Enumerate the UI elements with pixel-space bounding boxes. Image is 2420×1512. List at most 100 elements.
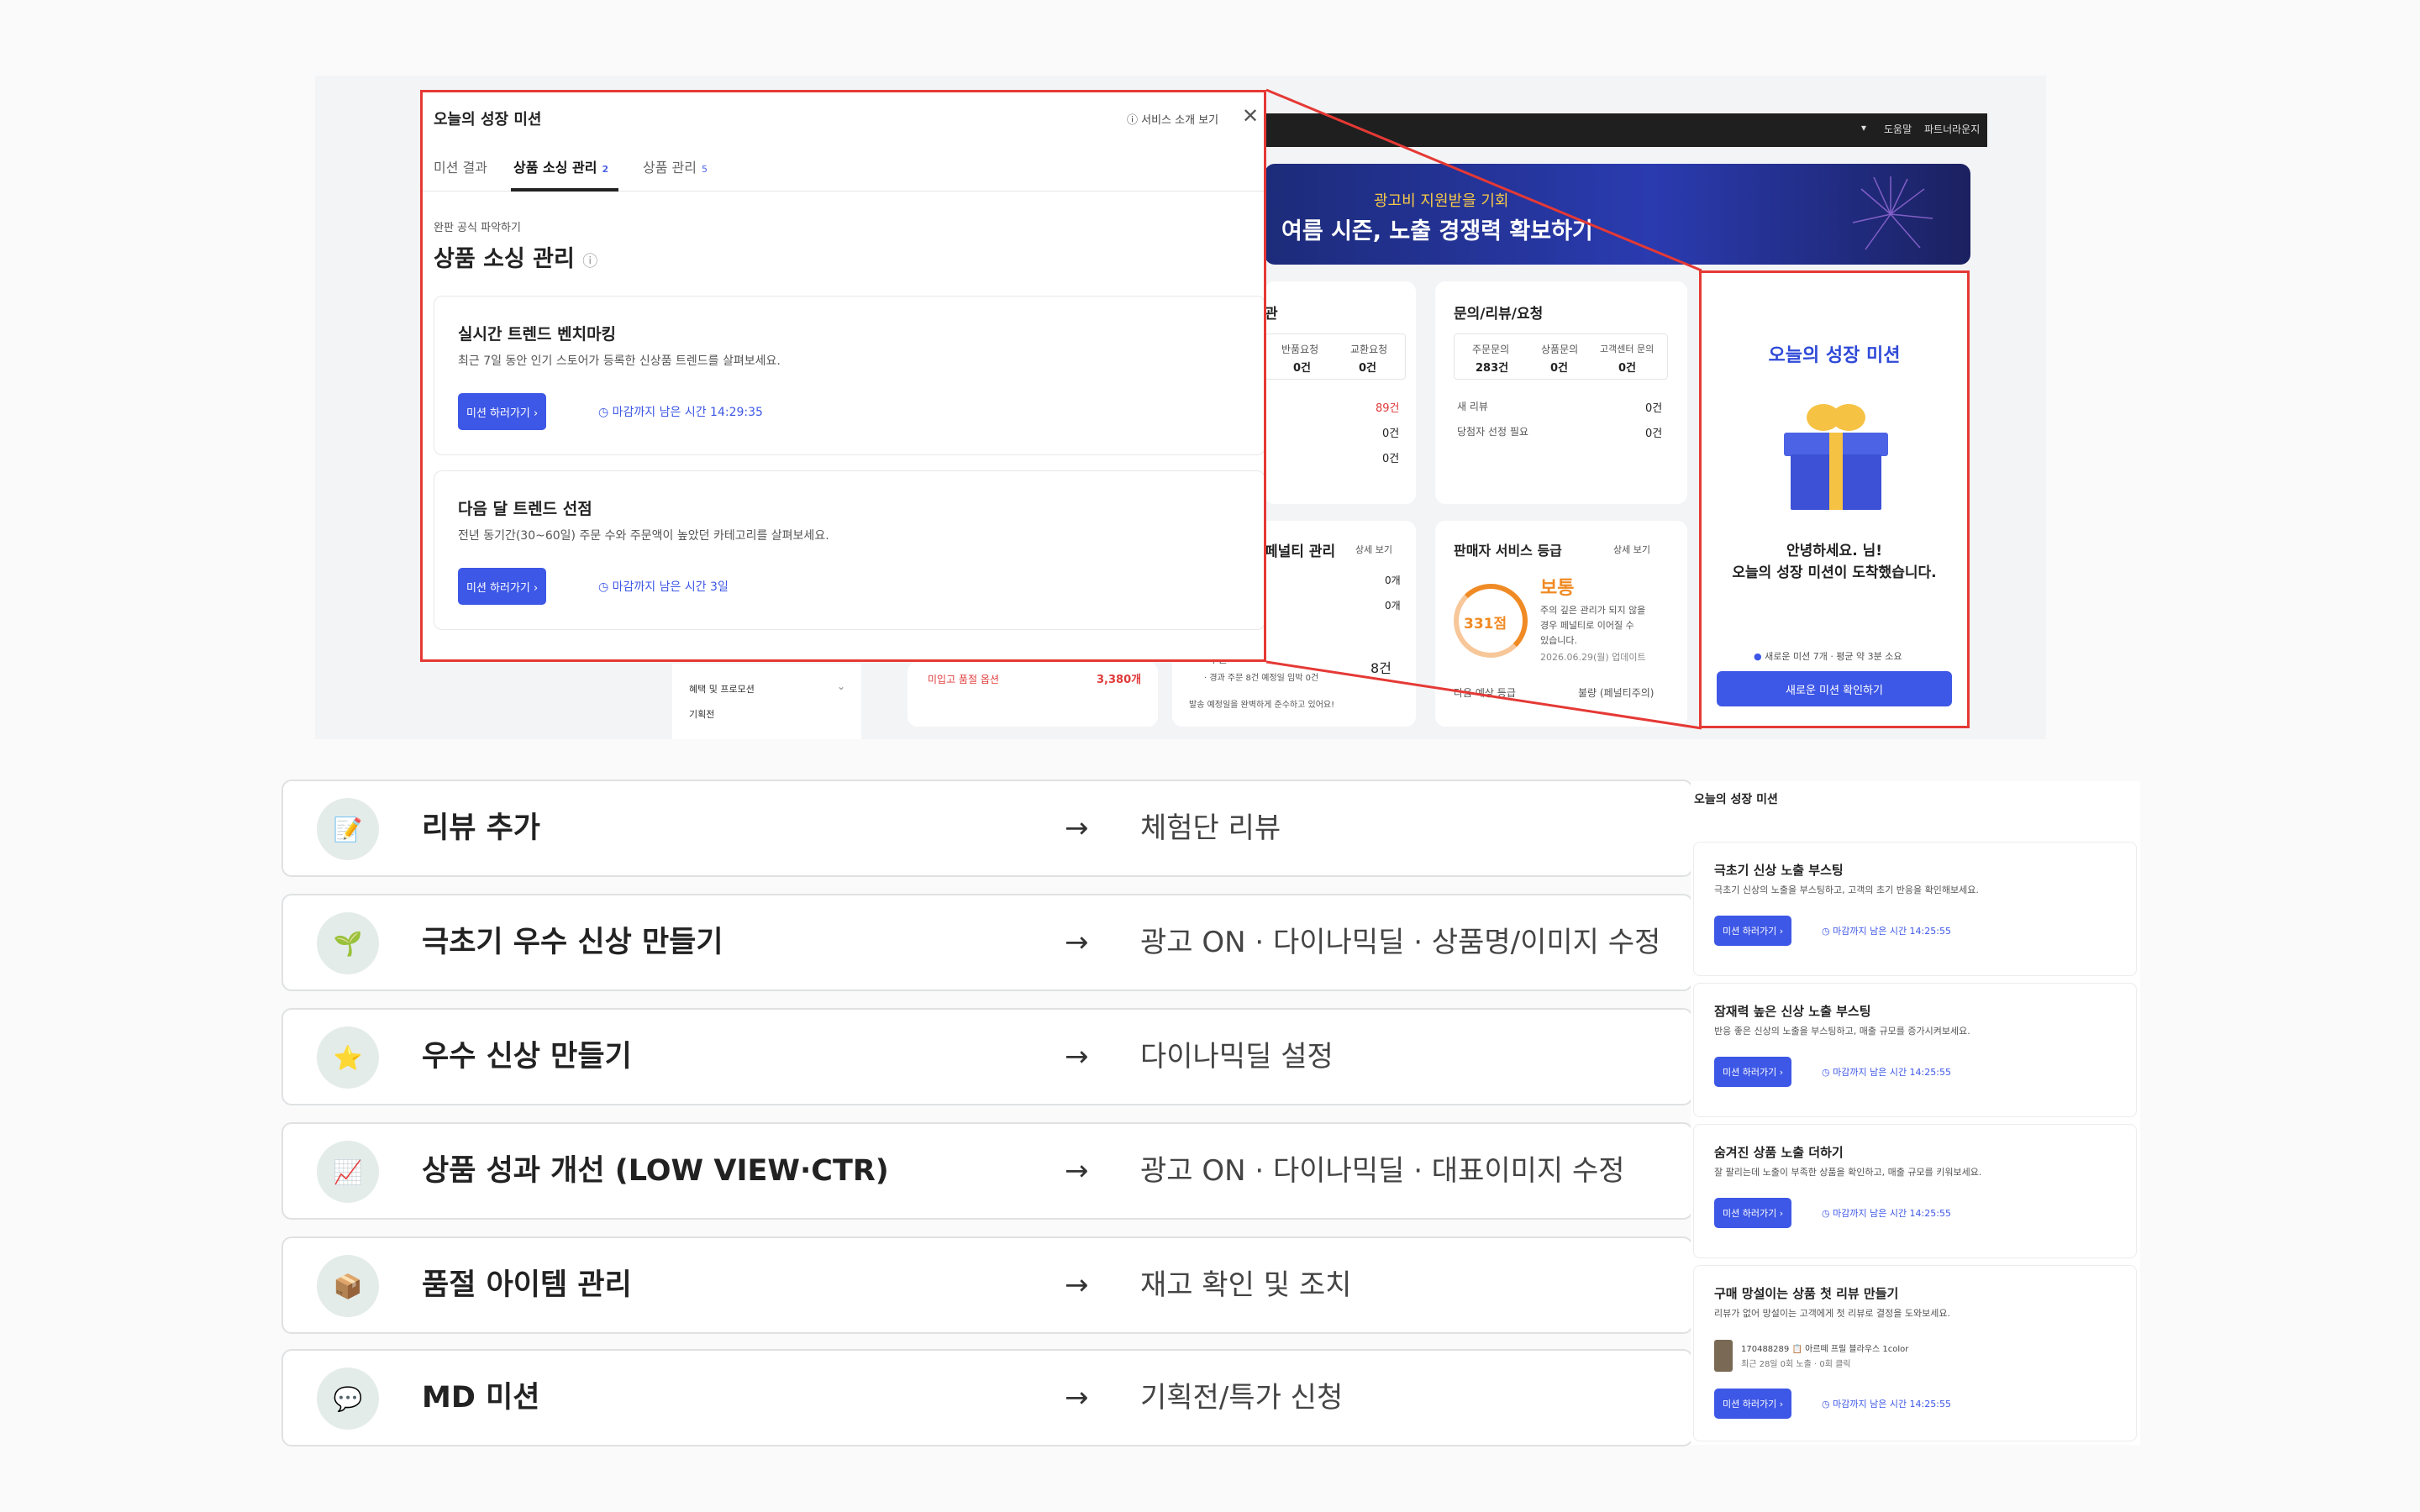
mission-description: 반응 좋은 신상의 노출을 부스팅하고, 매출 규모를 증가시켜보세요. [1714, 1026, 1970, 1037]
order-count-value[interactable]: 0건 [1382, 424, 1399, 440]
mission-label: 품절 아이템 관리 [422, 1268, 632, 1302]
seller-grade-card: 판매자 서비스 등급 상세 보기 331점 보통 주의 깊은 관리가 되지 않을… [1435, 521, 1687, 727]
mission-mapping-row: 📝 리뷰 추가 → 체험단 리뷰 [281, 780, 1693, 877]
mission-description: 극초기 신상의 노출을 부스팅하고, 고객의 초기 반응을 확인해보세요. [1714, 885, 1979, 895]
arrow-right-icon: → [1065, 1154, 1089, 1188]
mission-description: 최근 7일 동안 인기 스토어가 등록한 신상품 트렌드를 살펴보세요. [458, 354, 781, 368]
mission-card: 실시간 트렌드 벤치마킹 최근 7일 동안 인기 스토어가 등록한 신상품 트렌… [434, 296, 1264, 455]
deadline-text: 마감까지 남은 시간 14:25:55 [1833, 926, 1951, 937]
grade-score: 331점 [1464, 616, 1507, 633]
deadline-info: ◷ 마감까지 남은 시간 3일 [598, 580, 729, 594]
arrow-right-icon: → [1065, 1381, 1089, 1415]
go-to-mission-button[interactable]: 미션 하러가기 › [1714, 1057, 1792, 1087]
deadline-info: ◷ 마감까지 남은 시간 14:25:55 [1822, 1399, 1951, 1410]
mission-card: 다음 달 트렌드 선점 전년 동기간(30~60일) 주문 수와 주문액이 높았… [434, 470, 1264, 630]
grade-description: 경우 페널티로 이어질 수 [1540, 620, 1634, 631]
winner-value[interactable]: 0건 [1645, 424, 1662, 440]
detail-link[interactable]: 상세 보기 [1613, 543, 1650, 556]
greeting-line: 안녕하세요. 님! [1786, 543, 1882, 559]
out-of-stock-value[interactable]: 3,380개 [1097, 670, 1141, 686]
penalty-value[interactable]: 0개 [1385, 573, 1401, 587]
returns-label: 반품요청 [1281, 344, 1319, 355]
card-title: 판매자 서비스 등급 [1454, 543, 1562, 559]
mission-label: 우수 신상 만들기 [422, 1040, 632, 1074]
greeting-line: 오늘의 성장 미션이 도착했습니다. [1732, 564, 1937, 581]
next-grade-value[interactable]: 불량 (페널티주의) [1578, 685, 1654, 700]
go-to-mission-button[interactable]: 미션 하러가기 › [458, 568, 547, 605]
sidebar-item-plan[interactable]: 기획전 [689, 707, 714, 721]
order-count-value[interactable]: 89건 [1376, 399, 1400, 415]
order-inquiry-value[interactable]: 283건 [1476, 359, 1508, 375]
check-new-missions-button[interactable]: 새로운 미션 확인하기 [1717, 671, 1952, 706]
banner-title: 여름 시즌, 노출 경쟁력 확보하기 [1281, 218, 1593, 244]
help-circle-icon[interactable]: ⓘ [582, 253, 597, 270]
order-count-value[interactable]: 0건 [1382, 449, 1399, 465]
tab-label: 상품 관리 [643, 160, 697, 176]
deadline-text: 마감까지 남은 시간 14:29:35 [612, 406, 763, 419]
deadline-text: 마감까지 남은 시간 14:25:55 [1833, 1208, 1951, 1219]
chevron-down-icon[interactable]: ⌄ [837, 680, 845, 692]
mission-summary-text: 새로운 미션 7개 · 평균 약 3분 소요 [1765, 651, 1902, 662]
returns-value[interactable]: 0건 [1293, 359, 1311, 375]
mission-action: 다이나믹딜 설정 [1140, 1040, 1334, 1074]
mission-title: 실시간 트렌드 벤치마킹 [458, 325, 617, 344]
arrow-right-icon: → [1065, 811, 1089, 845]
partner-lounge-link[interactable]: 파트너라운지 [1924, 122, 1980, 136]
mission-description: 리뷰가 없어 망설이는 고객에게 첫 리뷰로 결정을 도와보세요. [1714, 1308, 1950, 1319]
box-icon: 📦 [317, 1255, 379, 1317]
penalty-value[interactable]: 0개 [1385, 598, 1401, 612]
new-review-value[interactable]: 0건 [1645, 399, 1662, 415]
mission-action: 재고 확인 및 조치 [1140, 1268, 1352, 1302]
pencil-icon: 📝 [317, 798, 379, 860]
mission-title: 잠재력 높은 신상 노출 부스팅 [1714, 1004, 1871, 1019]
breadcrumb: 완판 공식 파악하기 [434, 222, 521, 234]
close-icon[interactable]: ✕ [1242, 104, 1259, 128]
mission-mapping-row: 📦 품절 아이템 관리 → 재고 확인 및 조치 [281, 1236, 1693, 1334]
go-to-mission-button[interactable]: 미션 하러가기 › [1714, 1198, 1792, 1228]
exchange-value[interactable]: 0건 [1359, 359, 1376, 375]
mission-card: 숨겨진 상품 노출 더하기 잘 팔리는데 노출이 부족한 상품을 확인하고, 매… [1693, 1124, 2137, 1258]
mission-mapping-row: 🌱 극초기 우수 신상 만들기 → 광고 ON · 다이나믹딜 · 상품명/이미… [281, 894, 1693, 991]
tab-mission-results[interactable]: 미션 결과 [434, 156, 487, 176]
product-thumbnail[interactable] [1714, 1340, 1733, 1372]
go-to-mission-button[interactable]: 미션 하러가기 › [458, 393, 547, 430]
penalty-note: 발송 예정일을 완벽하게 준수하고 있어요! [1189, 701, 1335, 710]
panel-title: 오늘의 성장 미션 [1768, 345, 1901, 366]
sidebar: 혜택 및 프로모션 ⌄ 기획전 [672, 664, 861, 739]
product-inquiry-value[interactable]: 0건 [1550, 359, 1568, 375]
mission-label: MD 미션 [422, 1381, 540, 1415]
go-to-mission-button[interactable]: 미션 하러가기 › [1714, 1389, 1792, 1419]
panel-title: 오늘의 성장 미션 [1694, 793, 1778, 806]
deadline-text: 마감까지 남은 시간 14:25:55 [1833, 1067, 1951, 1078]
mission-action: 기획전/특가 신청 [1140, 1381, 1344, 1415]
service-intro-label: 서비스 소개 보기 [1141, 114, 1219, 127]
cs-inquiry-value[interactable]: 0건 [1618, 359, 1636, 375]
mission-label: 상품 성과 개선 (LOW VIEW·CTR) [422, 1154, 889, 1188]
banner-subtitle: 광고비 지원받을 기회 [1374, 192, 1509, 210]
mission-summary: ● 새로운 미션 7개 · 평균 약 3분 소요 [1754, 651, 1902, 662]
deadline-info: ◷ 마감까지 남은 시간 14:25:55 [1822, 1067, 1951, 1078]
new-review-label: 새 리뷰 [1457, 401, 1488, 412]
sidebar-item-benefit[interactable]: 혜택 및 프로모션 [689, 682, 755, 696]
mission-title: 다음 달 트렌드 선점 [458, 500, 592, 518]
promo-banner[interactable]: 광고비 지원받을 기회 여름 시즌, 노출 경쟁력 확보하기 [1265, 164, 1970, 265]
page-title: 상품 소싱 관리 ⓘ [434, 240, 597, 273]
dropdown-caret-icon[interactable]: ▾ [1861, 122, 1866, 134]
card-title: 관 [1265, 306, 1278, 323]
tab-product-management[interactable]: 상품 관리 5 [643, 156, 708, 176]
order-value[interactable]: 8건 [1370, 657, 1392, 677]
chart-icon: 📈 [317, 1141, 379, 1203]
page-title-text: 상품 소싱 관리 [434, 246, 575, 272]
detail-link[interactable]: 상세 보기 [1355, 543, 1392, 556]
mission-description: 전년 동기간(30~60일) 주문 수와 주문액이 높았던 카테고리를 살펴보세… [458, 529, 829, 543]
go-to-mission-button[interactable]: 미션 하러가기 › [1714, 916, 1792, 946]
tab-count: 2 [602, 164, 609, 175]
modal-title: 오늘의 성장 미션 [434, 111, 542, 129]
grade-description: 있습니다. [1540, 635, 1577, 646]
help-link[interactable]: 도움말 [1884, 122, 1912, 136]
gift-box-icon [1784, 404, 1888, 510]
deadline-text: 마감까지 남은 시간 14:25:55 [1833, 1399, 1951, 1410]
tab-sourcing[interactable]: 상품 소싱 관리 2 [513, 156, 608, 176]
growth-mission-panel: 오늘의 성장 미션 안녕하세요. 님! 오늘의 성장 미션이 도착했습니다. ●… [1699, 270, 1970, 728]
service-intro-link[interactable]: ⓘ 서비스 소개 보기 [1127, 111, 1218, 127]
